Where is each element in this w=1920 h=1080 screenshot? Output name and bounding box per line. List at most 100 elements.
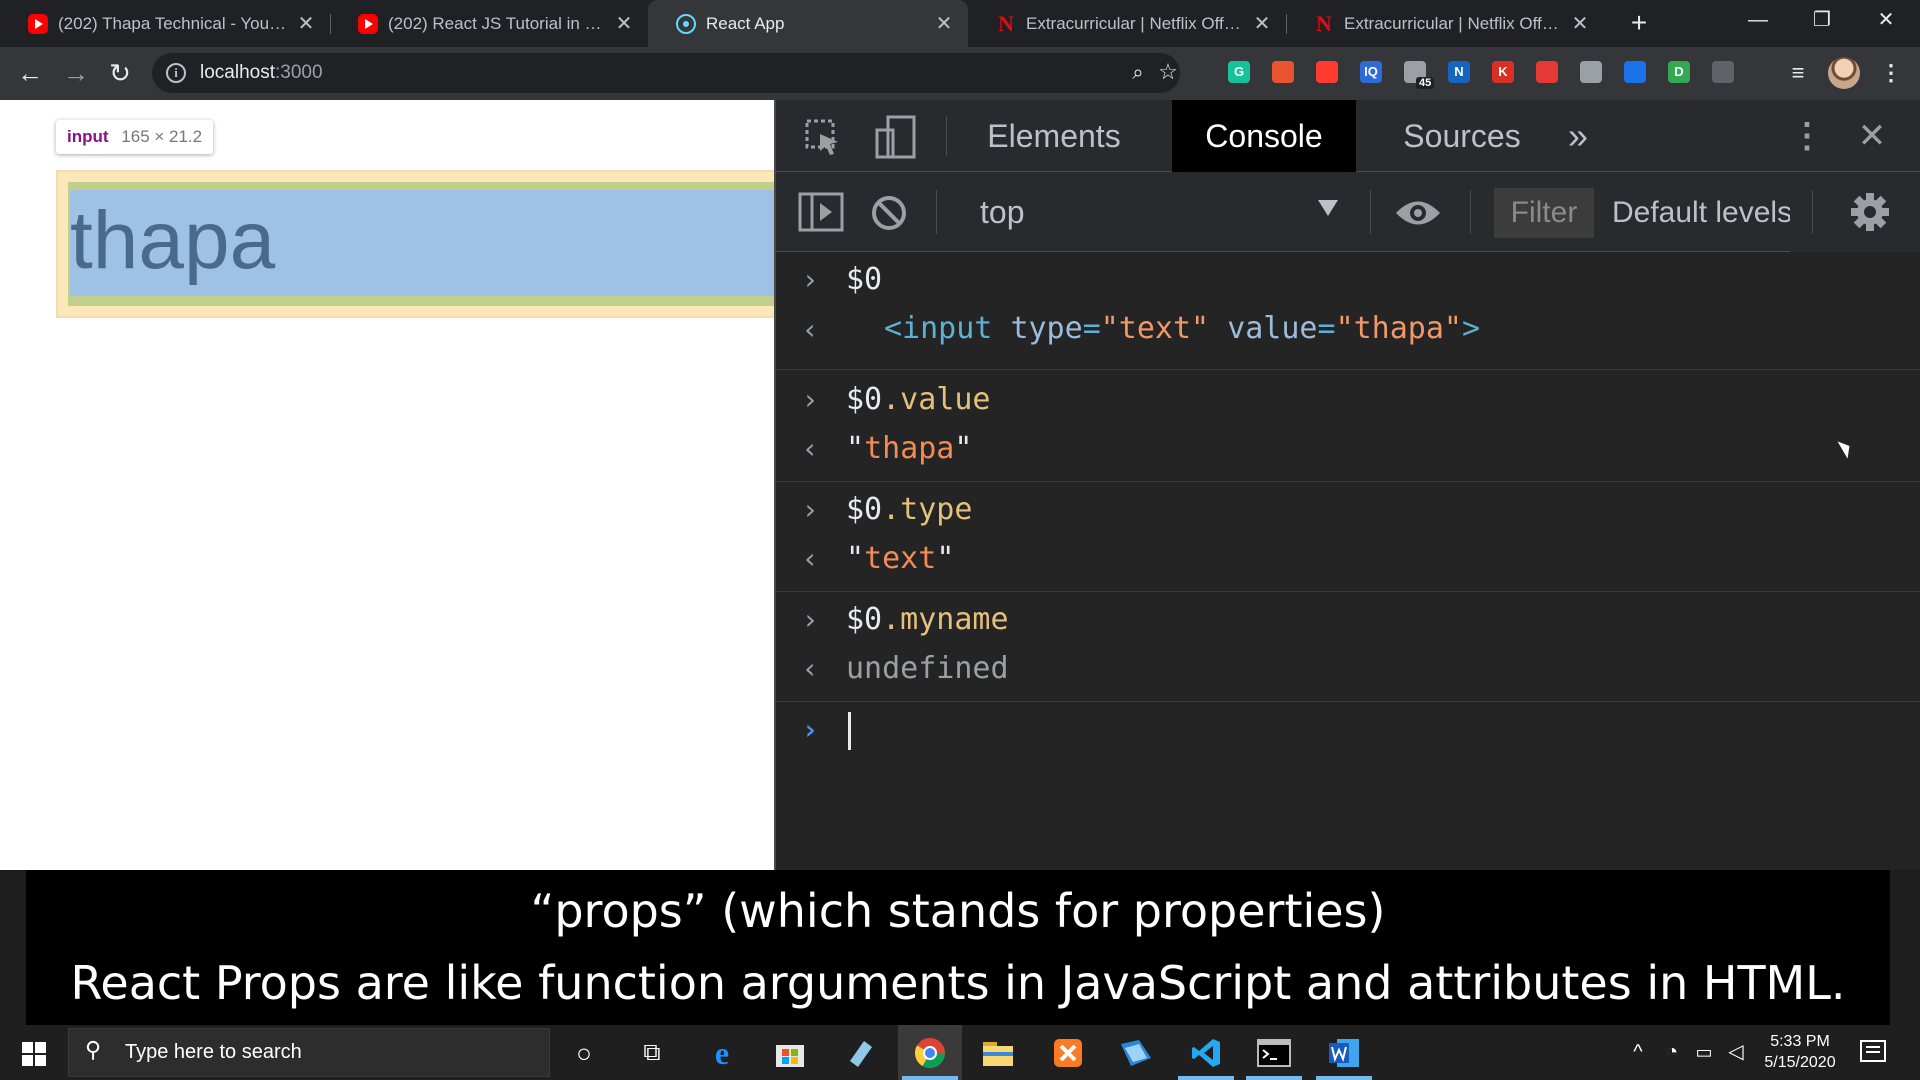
back-button[interactable]: ← [12,55,48,91]
extension-icon[interactable]: G [1228,61,1250,83]
address-url: localhost:3000 [200,62,323,83]
console-element-result[interactable]: <input type="text" value="thapa"> [884,306,1480,352]
window-close-button[interactable]: ✕ [1854,0,1918,40]
xampp-icon[interactable] [1048,1033,1088,1073]
avatar[interactable] [1828,57,1860,89]
inspect-tooltip: input 165 × 21.2 [56,120,214,154]
pinned-app-icon-2[interactable] [1116,1033,1156,1073]
extension-icon[interactable]: IQ [1360,61,1382,83]
search-placeholder: Type here to search [125,1041,302,1063]
console-prompt[interactable]: › [776,702,1920,758]
subtitle-line-1: “props” (which stands for properties) [530,884,1386,938]
youtube-icon [358,13,378,34]
word-icon[interactable] [1324,1033,1364,1073]
sidebar-toggle-icon[interactable] [798,192,844,234]
media-control-icon[interactable]: ≡ [1786,61,1810,85]
start-button[interactable] [0,1025,66,1080]
extension-icon[interactable] [1580,61,1602,83]
extension-icon[interactable] [1536,61,1558,83]
bookmark-star-icon[interactable]: ☆ [1156,60,1180,84]
browser-tab[interactable]: N Extracurricular | Netflix Official ✕ [1286,0,1604,47]
restore-button[interactable]: ❐ [1790,0,1854,40]
toolbar-divider [1812,190,1813,234]
device-toolbar-icon[interactable] [874,114,918,160]
console-input-row: › $0.type [776,482,1920,538]
console-string-result: "thapa" [846,431,973,466]
browser-tab[interactable]: (202) React JS Tutorial in Hindi ✕ [330,0,648,47]
live-expression-eye-icon[interactable] [1394,196,1442,230]
extension-icon[interactable] [1272,61,1294,83]
browser-menu-icon[interactable]: ⋮ [1880,59,1902,87]
notification-icon[interactable] [1858,1037,1888,1067]
address-bar[interactable]: i localhost:3000 ⌕ ☆ [152,53,1180,93]
taskbar-clock[interactable]: 5:33 PM 5/15/2020 [1755,1031,1845,1073]
input-chevron-icon: › [801,383,819,416]
taskbar-search[interactable]: ⚲ Type here to search [68,1028,550,1077]
windows-logo-icon [22,1042,33,1053]
windows-taskbar: ⚲ Type here to search ○ ⧉ e ^ ◔ ▭ ◁ 5:33… [0,1025,1920,1080]
console-filter-bar: top Filter Default levels [776,172,1920,252]
netflix-icon: N [1316,10,1332,36]
devtools-menu-icon[interactable]: ⋮ [1790,114,1824,158]
more-tabs-icon[interactable]: » [1558,100,1598,172]
output-chevron-icon: ‹ [801,652,819,685]
network-icon[interactable]: ◔ [1658,1025,1686,1080]
chevron-up-icon[interactable]: ^ [1624,1025,1652,1080]
close-devtools-icon[interactable]: ✕ [1852,114,1892,158]
tab-title: React App [706,13,785,33]
close-icon[interactable]: ✕ [614,11,634,36]
chrome-icon[interactable] [910,1033,950,1073]
extension-icon[interactable]: N [1448,61,1470,83]
log-levels-dropdown[interactable]: Default levels [1612,188,1792,238]
terminal-icon[interactable] [1254,1033,1294,1073]
vscode-icon[interactable] [1186,1033,1226,1073]
tab-console[interactable]: Console [1172,100,1356,172]
browser-tab-active[interactable]: React App ✕ [648,0,968,47]
close-icon[interactable]: ✕ [296,11,316,36]
minimize-button[interactable]: — [1726,0,1790,40]
filter-input[interactable]: Filter [1494,188,1594,238]
page-viewport: thapa input 165 × 21.2 [0,100,774,870]
input-chevron-icon: › [801,603,819,636]
battery-icon[interactable]: ▭ [1690,1025,1718,1080]
tab-elements[interactable]: Elements [966,100,1142,172]
volume-icon[interactable]: ◁ [1722,1025,1750,1080]
clear-console-icon[interactable] [870,194,908,232]
file-explorer-icon[interactable] [978,1033,1018,1073]
tooltip-dimensions: 165 × 21.2 [121,127,203,146]
output-chevron-icon: ‹ [801,542,819,575]
extension-badge: 45 [1416,77,1435,89]
task-view-icon[interactable]: ⧉ [632,1033,672,1073]
gear-icon[interactable] [1850,192,1890,232]
edge-icon[interactable]: e [702,1033,742,1073]
reload-button[interactable]: ↻ [102,55,138,91]
devtools-panel: Elements Console Sources » ⋮ ✕ top Filte… [774,100,1920,870]
tab-sources[interactable]: Sources [1380,100,1544,172]
extension-icon[interactable] [1316,61,1338,83]
browser-tab[interactable]: N Extracurricular | Netflix Official ✕ [968,0,1286,47]
browser-toolbar: ← → ↻ i localhost:3000 ⌕ ☆ G IQ N K D 45 ≡ ⋮ [0,47,1920,100]
console-command: $0.type [846,492,973,527]
inspect-element-icon[interactable] [804,118,844,158]
close-icon[interactable]: ✕ [1252,11,1272,36]
clock-time: 5:33 PM [1770,1033,1830,1050]
extension-icon[interactable] [1624,61,1646,83]
cortana-icon[interactable]: ○ [564,1033,604,1073]
info-icon[interactable]: i [166,63,186,83]
running-indicator [1178,1076,1234,1080]
extension-icon[interactable]: K [1492,61,1514,83]
extension-icon[interactable]: D [1668,61,1690,83]
console-output-row: ‹ "thapa" [776,426,1920,482]
output-chevron-icon: ‹ [801,432,819,465]
forward-button[interactable]: → [58,55,94,91]
close-icon[interactable]: ✕ [934,11,954,36]
zoom-icon[interactable]: ⌕ [1126,61,1150,85]
console-output: › $0 ‹ <input type="text" value="thapa">… [776,252,1920,870]
context-selector[interactable]: top [980,190,1360,234]
extension-icon[interactable] [1712,61,1734,83]
browser-tab[interactable]: (202) Thapa Technical - YouTube ✕ [0,0,330,47]
new-tab-button[interactable]: + [1622,6,1656,40]
close-icon[interactable]: ✕ [1570,11,1590,36]
store-icon[interactable] [770,1033,810,1073]
pinned-app-icon[interactable] [840,1033,880,1073]
